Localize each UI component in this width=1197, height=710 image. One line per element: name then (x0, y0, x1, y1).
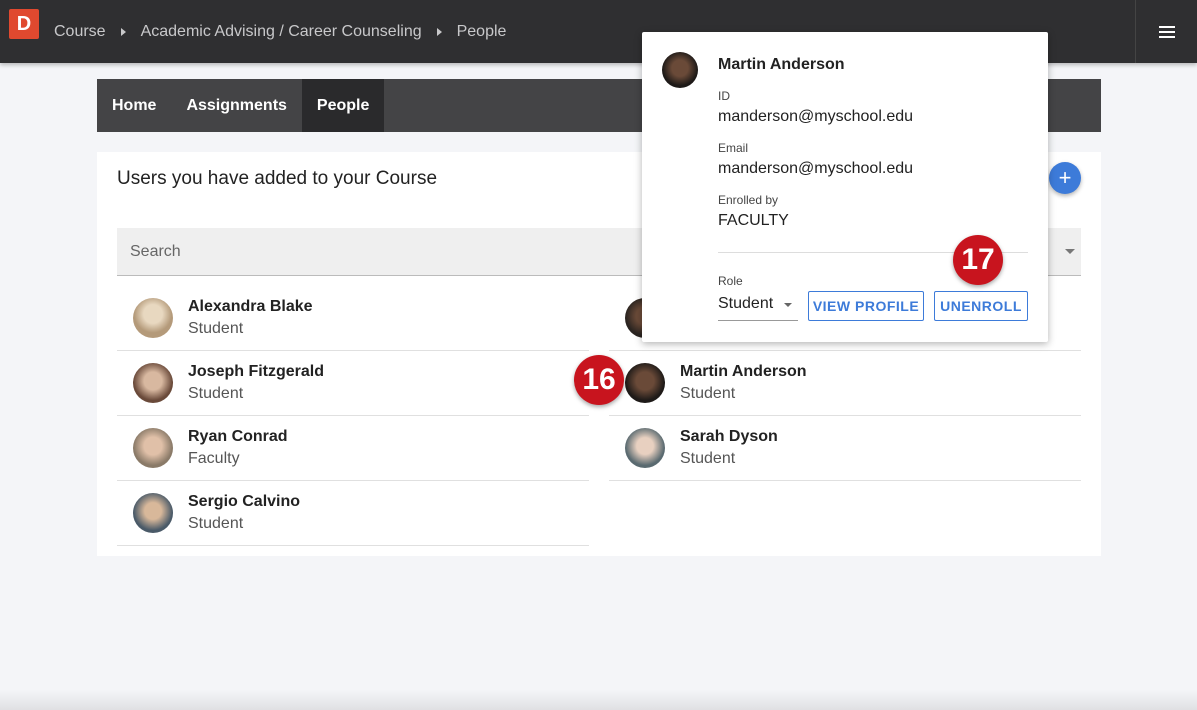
step-badge-17: 17 (953, 235, 1003, 285)
person-role: Student (680, 450, 736, 467)
chevron-right-icon (436, 27, 442, 36)
person-name: Martin Anderson (680, 363, 807, 380)
chevron-down-icon (784, 303, 792, 307)
avatar (625, 428, 665, 468)
unenroll-button[interactable]: UNENROLL (934, 291, 1028, 321)
person-role: Student (188, 320, 244, 337)
avatar (625, 363, 665, 403)
id-label: ID (718, 89, 730, 103)
person-name: Alexandra Blake (188, 298, 313, 315)
list-item[interactable]: Martin Anderson Student (609, 351, 1081, 416)
breadcrumb-people[interactable]: People (457, 23, 507, 41)
person-name: Joseph Fitzgerald (188, 363, 325, 380)
person-role: Student (680, 385, 736, 402)
person-name: Sarah Dyson (680, 428, 778, 445)
enrolled-by-label: Enrolled by (718, 193, 779, 207)
avatar (133, 428, 173, 468)
role-value: Student (718, 295, 774, 312)
role-select[interactable]: Student (718, 295, 798, 321)
avatar (133, 298, 173, 338)
tab-assignments[interactable]: Assignments (171, 79, 301, 132)
add-user-button[interactable]: + (1049, 162, 1081, 194)
breadcrumb-course-name[interactable]: Academic Advising / Career Counseling (141, 23, 422, 41)
user-detail-popup: Martin Anderson ID manderson@myschool.ed… (642, 32, 1048, 342)
menu-button[interactable] (1135, 0, 1197, 63)
tab-home[interactable]: Home (97, 79, 171, 132)
avatar (133, 493, 173, 533)
popup-user-name: Martin Anderson (718, 56, 845, 73)
id-value: manderson@myschool.edu (718, 108, 914, 125)
person-role: Student (188, 385, 244, 402)
person-name: Sergio Calvino (188, 493, 301, 510)
list-item[interactable]: Sergio Calvino Student (117, 481, 589, 546)
list-item[interactable]: Ryan Conrad Faculty (117, 416, 589, 481)
role-label: Role (718, 274, 743, 288)
person-role: Student (188, 515, 244, 532)
step-badge-16: 16 (574, 355, 624, 405)
person-role: Faculty (188, 450, 240, 467)
enrolled-by-value: FACULTY (718, 212, 789, 229)
list-item[interactable]: Joseph Fitzgerald Student (117, 351, 589, 416)
chevron-right-icon (120, 27, 126, 36)
list-item[interactable]: Alexandra Blake Student (117, 286, 589, 351)
search-placeholder: Search (130, 242, 181, 260)
list-item[interactable]: Sarah Dyson Student (609, 416, 1081, 481)
dropdown-caret-icon[interactable] (1065, 249, 1075, 254)
email-value: manderson@myschool.edu (718, 160, 914, 177)
app-logo[interactable]: D (9, 9, 39, 39)
window-bottom-edge (0, 690, 1197, 710)
avatar (133, 363, 173, 403)
breadcrumb: Course Academic Advising / Career Counse… (54, 0, 506, 63)
page-title: Users you have added to your Course (117, 168, 438, 189)
hamburger-icon (1158, 25, 1175, 38)
view-profile-button[interactable]: VIEW PROFILE (808, 291, 924, 321)
breadcrumb-course[interactable]: Course (54, 23, 106, 41)
person-name: Ryan Conrad (188, 428, 288, 445)
email-label: Email (718, 141, 749, 155)
avatar (662, 52, 698, 88)
tab-people[interactable]: People (301, 79, 385, 132)
